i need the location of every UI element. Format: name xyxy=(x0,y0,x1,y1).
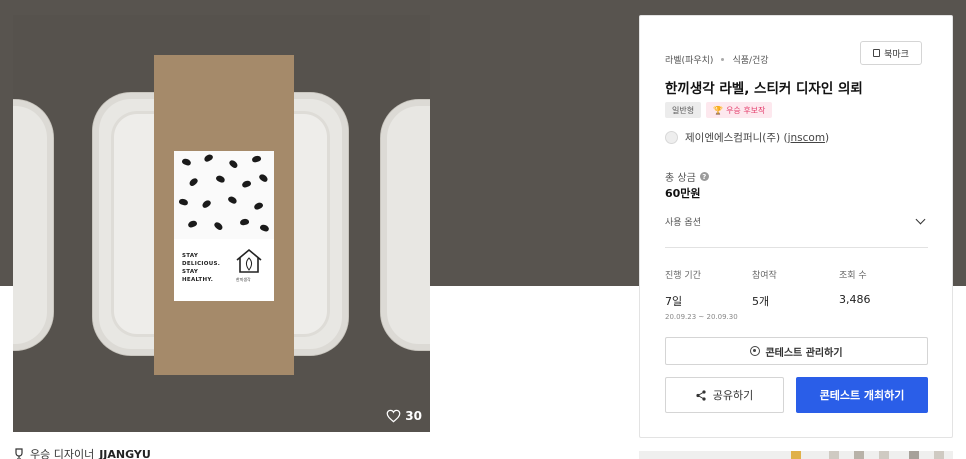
bookmark-button[interactable]: 북마크 xyxy=(860,41,922,65)
label-brand: 한끼생각 xyxy=(236,277,251,282)
designer-prefix: 우승 디자이너 xyxy=(30,448,95,459)
bookmark-icon xyxy=(873,49,881,57)
like-button[interactable]: 30 xyxy=(386,409,422,423)
tray-right xyxy=(381,100,430,350)
badge-group: 일반형 🏆 우승 후보작 xyxy=(665,102,773,118)
prize-label: 총 상금 ? xyxy=(665,169,709,184)
next-card-preview xyxy=(639,451,953,459)
product-label: STAY DELICIOUS. STAY HEALTHY. 한끼생각 xyxy=(174,151,274,301)
host-contest-button[interactable]: 콘테스트 개최하기 xyxy=(796,377,928,413)
heart-icon xyxy=(386,409,401,423)
likes-count: 30 xyxy=(405,409,422,423)
chevron-down-icon xyxy=(915,214,926,225)
contest-title: 한끼생각 라벨, 스티커 디자인 의뢰 xyxy=(665,81,863,97)
stat-period-range: 20.09.23 ~ 20.09.30 xyxy=(665,313,738,321)
trophy-icon xyxy=(15,448,23,459)
divider xyxy=(665,247,928,248)
breadcrumb: 라벨(파우치) 식품/건강 xyxy=(665,53,769,66)
label-pattern xyxy=(174,151,274,239)
prize-value: 60만원 xyxy=(665,187,701,200)
contest-info-card: 라벨(파우치) 식품/건강 북마크 한끼생각 라벨, 스티커 디자인 의뢰 일반… xyxy=(639,15,953,438)
share-icon xyxy=(696,389,706,401)
share-label: 공유하기 xyxy=(712,389,754,402)
stat-period-value: 7일 xyxy=(665,295,683,308)
info-icon[interactable]: ? xyxy=(699,172,709,181)
winner-badge-label: 우승 후보작 xyxy=(726,105,766,115)
house-logo-icon xyxy=(236,248,262,273)
type-badge: 일반형 xyxy=(665,102,702,118)
options-toggle[interactable]: 사용 옵션 xyxy=(665,214,928,228)
tray-left xyxy=(13,100,53,350)
stat-views: 조회 수 3,486 xyxy=(839,268,871,306)
breadcrumb-separator xyxy=(721,58,725,61)
stat-entries: 참여작 5개 xyxy=(752,268,777,309)
company-handle[interactable]: jnscom xyxy=(788,132,825,144)
breadcrumb-category[interactable]: 라벨(파우치) xyxy=(665,53,713,66)
winner-badge: 🏆 우승 후보작 xyxy=(706,102,773,118)
trophy-icon: 🏆 xyxy=(713,105,724,115)
contest-hero-image[interactable]: STAY DELICIOUS. STAY HEALTHY. 한끼생각 30 xyxy=(13,15,430,432)
company-info[interactable]: 제이엔에스컴퍼니(주) (jnscom) xyxy=(665,130,829,145)
share-button[interactable]: 공유하기 xyxy=(665,377,784,413)
gear-icon xyxy=(750,346,761,356)
winning-designer: 우승 디자이너 JJANGYU_ xyxy=(13,446,156,459)
stat-entries-value: 5개 xyxy=(752,295,770,308)
stat-entries-label: 참여작 xyxy=(752,271,777,281)
company-avatar xyxy=(665,131,678,144)
stat-period-label: 진행 기간 xyxy=(665,271,701,281)
label-tagline: STAY DELICIOUS. STAY HEALTHY. xyxy=(182,253,221,283)
bookmark-label: 북마크 xyxy=(884,49,909,60)
designer-name[interactable]: JJANGYU_ xyxy=(99,448,156,459)
stat-views-value: 3,486 xyxy=(839,293,871,306)
breadcrumb-subcategory[interactable]: 식품/건강 xyxy=(732,53,768,66)
manage-contest-button[interactable]: 콘테스트 관리하기 xyxy=(665,337,928,365)
stat-views-label: 조회 수 xyxy=(839,271,867,281)
manage-contest-label: 콘테스트 관리하기 xyxy=(765,347,843,359)
options-label: 사용 옵션 xyxy=(665,218,701,228)
stat-period: 진행 기간 7일 20.09.23 ~ 20.09.30 xyxy=(665,268,738,321)
company-name: 제이엔에스컴퍼니(주) (jnscom) xyxy=(685,132,830,144)
